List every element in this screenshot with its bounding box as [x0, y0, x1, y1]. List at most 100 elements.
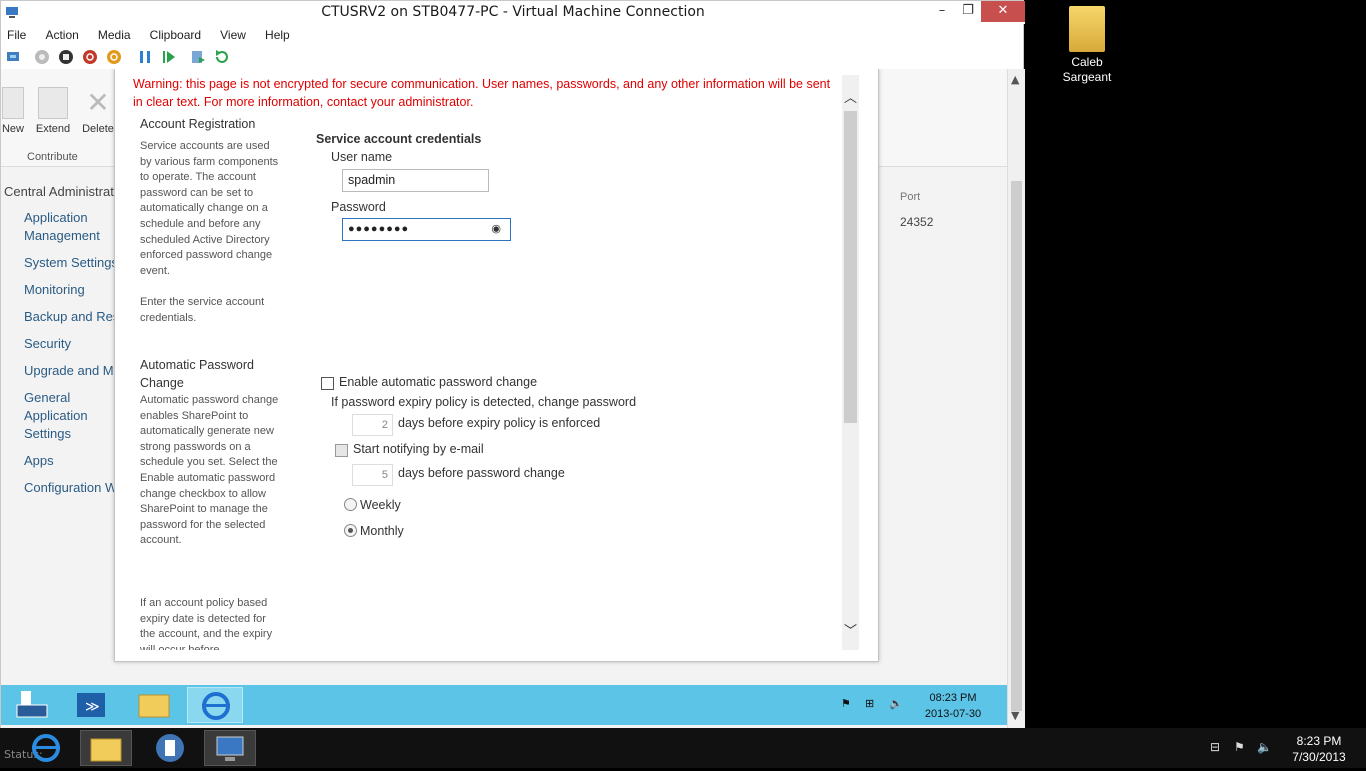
window-title: CTUSRV2 on STB0477-PC - Virtual Machine …: [321, 4, 705, 20]
guest-clock[interactable]: 08:23 PM 2013-07-30: [921, 690, 985, 722]
nav-head[interactable]: Central Administration: [1, 184, 116, 199]
automatic-password-change-description: Automatic password change enables ShareP…: [140, 394, 279, 547]
minimize-button[interactable]: –: [929, 1, 955, 22]
register-managed-account-dialog: Warning: this page is not encrypted for …: [114, 69, 879, 662]
start-icon[interactable]: [34, 49, 50, 65]
host-taskbar: Status: Running ⊟ ⚑ 🔈 8:23 PM 7/30/2013: [0, 728, 1366, 768]
vm-connection-window: CTUSRV2 on STB0477-PC - Virtual Machine …: [0, 0, 1025, 729]
extend-icon: [38, 87, 68, 119]
host-ie-icon[interactable]: [22, 730, 74, 766]
port-header: Port: [900, 191, 921, 203]
network-tray-icon[interactable]: ⊟: [1210, 740, 1224, 754]
port-column: Port 24352: [900, 191, 933, 229]
monthly-label: Monthly: [360, 524, 404, 538]
guest-page-scrollbar[interactable]: ▲ ▼: [1007, 69, 1025, 729]
start-notifying-checkbox[interactable]: [335, 444, 348, 457]
scroll-down-icon[interactable]: ▼: [1011, 709, 1019, 722]
desktop-folder-caleb-sargeant[interactable]: Caleb Sargeant: [1056, 6, 1118, 85]
ctrl-alt-del-icon[interactable]: [5, 49, 21, 65]
host-clock[interactable]: 8:23 PM 7/30/2013: [1284, 733, 1354, 765]
host-time: 8:23 PM: [1296, 734, 1342, 748]
menu-clipboard[interactable]: Clipboard: [144, 26, 207, 44]
network-icon[interactable]: ⊞: [865, 697, 874, 710]
guest-taskbar: ≫ ⚑ ⊞ 🔈 08:23 PM 2013-07-30: [1, 685, 1007, 725]
delete-button[interactable]: ✕ Delete: [81, 87, 115, 135]
scroll-thumb[interactable]: [1011, 181, 1022, 711]
menu-media[interactable]: Media: [92, 26, 137, 44]
action-center-icon[interactable]: ⚑: [841, 697, 851, 710]
flag-tray-icon[interactable]: ⚑: [1234, 740, 1248, 754]
new-icon: [2, 87, 24, 119]
password-value: ●●●●●●●●: [348, 223, 410, 235]
vm-toolbar: [1, 45, 1025, 69]
new-button[interactable]: New: [1, 87, 25, 135]
svg-text:≫: ≫: [85, 699, 100, 715]
notify-days-input[interactable]: 5: [352, 464, 393, 486]
extend-button[interactable]: Extend: [35, 87, 71, 135]
username-label: User name: [331, 150, 393, 164]
internet-explorer-icon[interactable]: [187, 687, 243, 723]
delete-icon: ✕: [86, 87, 110, 118]
nav-system-settings[interactable]: System Settings: [1, 254, 116, 272]
menu-view[interactable]: View: [214, 26, 252, 44]
revert-icon[interactable]: [214, 49, 230, 65]
title-bar: CTUSRV2 on STB0477-PC - Virtual Machine …: [1, 1, 1025, 24]
new-label: New: [1, 123, 24, 135]
dialog-scroll-up-icon[interactable]: ︿: [844, 87, 857, 106]
host-app-icon[interactable]: [144, 730, 196, 766]
turn-off-icon[interactable]: [58, 49, 74, 65]
menu-help[interactable]: Help: [259, 26, 296, 44]
save-state-icon[interactable]: [106, 49, 122, 65]
checkpoint-icon[interactable]: [190, 49, 206, 65]
shut-down-icon[interactable]: [82, 49, 98, 65]
nav-monitoring[interactable]: Monitoring: [1, 281, 116, 299]
account-registration-description: Service accounts are used by various far…: [140, 140, 279, 277]
enable-auto-password-label: Enable automatic password change: [339, 375, 538, 389]
file-explorer-icon[interactable]: [125, 687, 181, 723]
nav-upgrade-migration[interactable]: Upgrade and Migration: [1, 362, 116, 380]
dialog-scrollbar[interactable]: ︿ ﹀: [842, 75, 859, 650]
host-desktop: Caleb Sargeant CTUSRV2 on STB0477-PC - V…: [0, 0, 1366, 768]
restore-button[interactable]: ❐: [955, 1, 981, 22]
host-explorer-icon[interactable]: [80, 730, 132, 766]
nav-configuration-wizards[interactable]: Configuration Wizards: [1, 479, 116, 497]
menu-bar: File Action Media Clipboard View Help: [1, 24, 1025, 44]
guest-date: 2013-07-30: [924, 708, 982, 720]
nav-apps[interactable]: Apps: [1, 452, 116, 470]
guest-time: 08:23 PM: [929, 692, 977, 704]
volume-icon[interactable]: 🔈: [889, 697, 903, 710]
expiry-description: If an account policy based expiry date i…: [140, 597, 273, 650]
resume-icon[interactable]: [161, 49, 177, 65]
notify-days-label: days before password change: [398, 466, 565, 480]
weekly-label: Weekly: [360, 498, 401, 512]
left-navigation: Central Administration Application Manag…: [1, 184, 116, 506]
monthly-radio[interactable]: [344, 524, 357, 537]
nav-application-management[interactable]: Application Management: [1, 209, 111, 245]
nav-security[interactable]: Security: [1, 335, 116, 353]
account-registration-instruction: Enter the service account credentials.: [140, 296, 265, 324]
reveal-password-icon[interactable]: ◉: [491, 222, 502, 235]
volume-tray-icon[interactable]: 🔈: [1257, 740, 1272, 754]
nav-general-application-settings[interactable]: General Application Settings: [1, 389, 113, 443]
password-label: Password: [331, 200, 386, 214]
dialog-scroll-thumb[interactable]: [844, 111, 857, 423]
pause-icon[interactable]: [137, 49, 153, 65]
automatic-password-change-title: Automatic Password Change: [140, 358, 254, 390]
ribbon-group-label: Contribute: [27, 151, 78, 163]
menu-file[interactable]: File: [1, 26, 32, 44]
dialog-scroll-down-icon[interactable]: ﹀: [844, 620, 857, 639]
server-manager-icon[interactable]: [3, 687, 59, 723]
host-vm-connection-icon[interactable]: [204, 730, 256, 766]
close-button[interactable]: ✕: [981, 1, 1025, 22]
password-input[interactable]: ●●●●●●●● ◉: [342, 218, 511, 241]
menu-action[interactable]: Action: [39, 26, 84, 44]
enable-auto-password-checkbox[interactable]: [321, 377, 334, 390]
powershell-icon[interactable]: ≫: [63, 687, 119, 723]
weekly-radio[interactable]: [344, 498, 357, 511]
nav-backup-restore[interactable]: Backup and Restore: [1, 308, 116, 326]
scroll-up-icon[interactable]: ▲: [1011, 73, 1019, 86]
username-input[interactable]: spadmin: [342, 169, 489, 192]
days-before-expiry-input[interactable]: 2: [352, 414, 393, 436]
start-notifying-label: Start notifying by e-mail: [353, 442, 484, 456]
host-date: 7/30/2013: [1292, 750, 1346, 764]
